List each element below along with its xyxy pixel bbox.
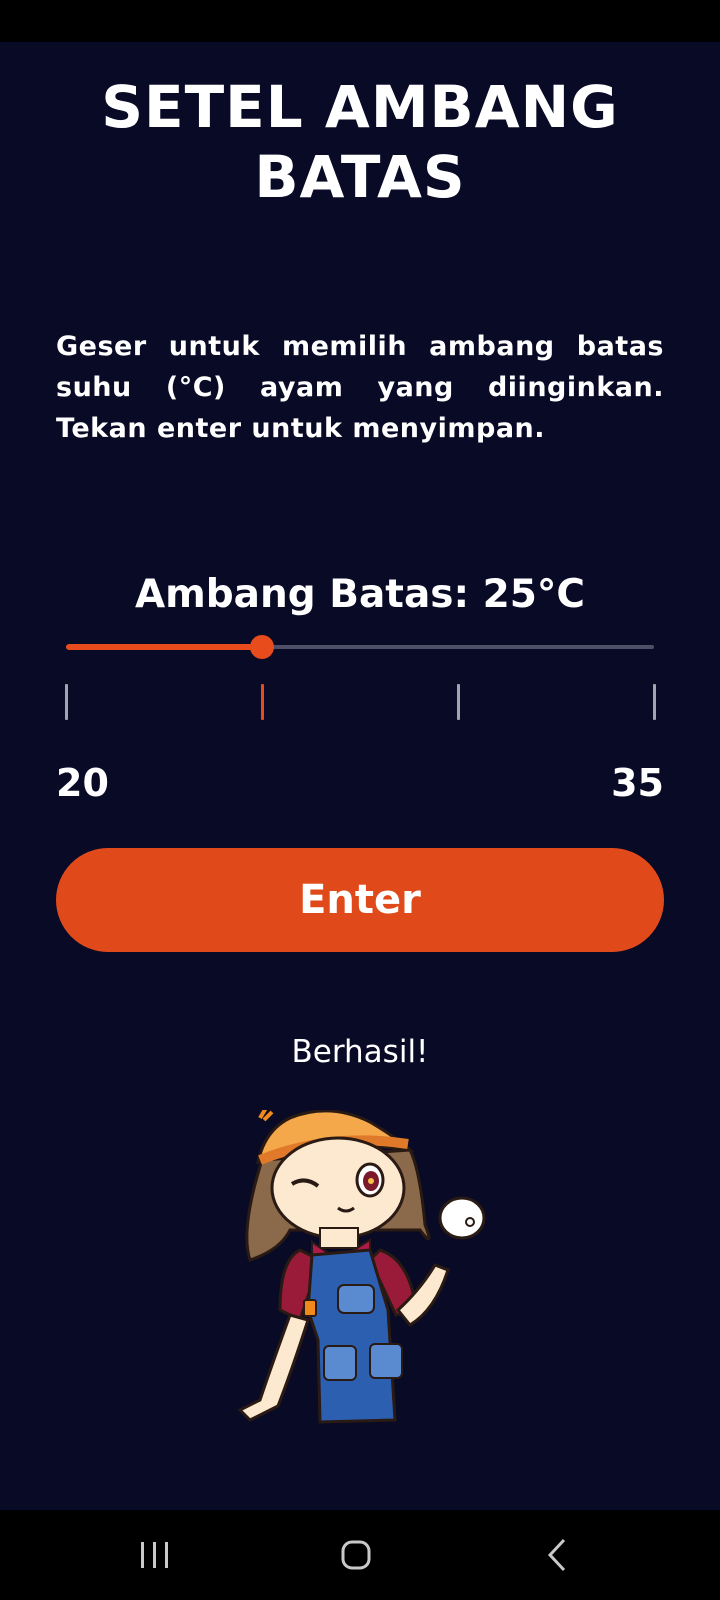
slider-thumb[interactable]	[250, 635, 274, 659]
status-message: Berhasil!	[291, 1034, 429, 1070]
slider-tick	[65, 684, 68, 720]
range-min-label: 20	[56, 761, 109, 805]
slider-tick	[457, 684, 460, 720]
farmer-mascot-illustration	[220, 1106, 510, 1455]
slider-tick	[653, 684, 656, 720]
enter-button[interactable]: Enter	[56, 848, 664, 952]
status-bar	[0, 0, 720, 42]
page-title: SETEL AMBANG BATAS	[101, 73, 619, 211]
slider-tick	[261, 684, 264, 720]
threshold-value-label: Ambang Batas: 25°C	[134, 572, 586, 617]
slider-fill	[66, 644, 262, 650]
instructions-text: Geser untuk memilih ambang batas suhu (°…	[56, 331, 664, 444]
threshold-slider[interactable]	[66, 634, 654, 660]
range-max-label: 35	[611, 761, 664, 805]
recent-apps-icon[interactable]	[125, 1530, 185, 1580]
back-icon[interactable]	[530, 1530, 590, 1580]
slider-ticks	[65, 684, 656, 720]
home-icon[interactable]	[327, 1530, 387, 1580]
